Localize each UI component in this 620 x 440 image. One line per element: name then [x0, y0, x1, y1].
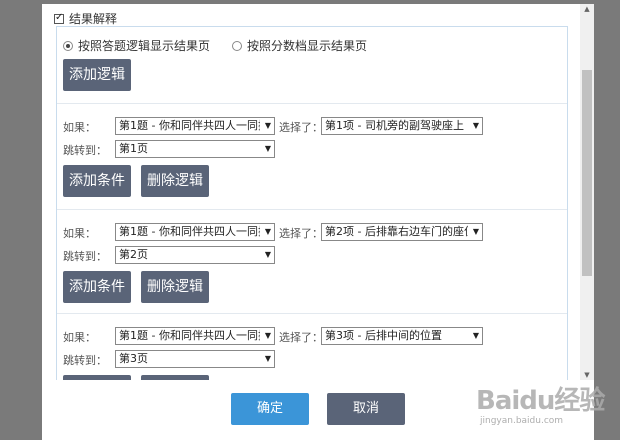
confirm-button[interactable]: 确定 — [231, 393, 309, 425]
result-explanation-label: 结果解释 — [69, 12, 118, 26]
choose-label: 选择了： — [279, 121, 323, 134]
scroll-up-icon[interactable]: ▲ — [580, 4, 594, 14]
vertical-scrollbar[interactable]: ▲ ▼ — [580, 4, 594, 380]
dialog-scroll-area: 结果解释 按照答题逻辑显示结果页 按照分数档显示结果页 添加逻辑 如果： 第1题… — [42, 4, 580, 380]
delete-logic-button[interactable]: 删除逻辑 — [141, 165, 209, 197]
logic-rule: 如果： 第1题 - 你和同伴共四人一同搭 ▼ 选择了： 第1项 - 司机旁的副驾驶… — [57, 103, 567, 214]
question-select[interactable]: 第1题 - 你和同伴共四人一同搭 ▼ — [115, 327, 275, 345]
add-logic-button[interactable]: 添加逻辑 — [63, 59, 131, 91]
baidu-watermark-logo: Baidu经验 jingyan.baidu.com — [476, 372, 616, 438]
watermark-brand: Baidu经验 — [476, 386, 605, 416]
add-condition-button[interactable]: 添加条件 — [63, 271, 131, 303]
choose-label: 选择了： — [279, 331, 323, 344]
option-select[interactable]: 第3项 - 后排中间的位置 ▼ — [321, 327, 483, 345]
jump-to-label: 跳转到： — [63, 354, 107, 367]
result-explanation-header: 结果解释 — [54, 10, 117, 27]
radio-score-mode[interactable] — [232, 40, 243, 51]
if-label: 如果： — [63, 227, 96, 240]
modal-backdrop-left — [0, 0, 42, 440]
radio-logic-mode[interactable] — [63, 40, 73, 51]
dropdown-arrow-icon: ▼ — [264, 227, 271, 236]
dropdown-arrow-icon: ▼ — [264, 354, 271, 363]
question-select[interactable]: 第1题 - 你和同伴共四人一同搭 ▼ — [115, 223, 275, 241]
dropdown-arrow-icon: ▼ — [472, 331, 479, 340]
cancel-button[interactable]: 取消 — [327, 393, 405, 425]
option-select[interactable]: 第1项 - 司机旁的副驾驶座上 ▼ — [321, 117, 483, 135]
dropdown-arrow-icon: ▼ — [472, 227, 479, 236]
logic-rule: 如果： 第1题 - 你和同伴共四人一同搭 ▼ 选择了： 第3项 - 后排中间的位置… — [57, 313, 567, 380]
jump-to-label: 跳转到： — [63, 250, 107, 263]
if-label: 如果： — [63, 121, 96, 134]
display-mode-group: 按照答题逻辑显示结果页 按照分数档显示结果页 — [63, 37, 389, 54]
dropdown-arrow-icon: ▼ — [264, 121, 271, 130]
dropdown-arrow-icon: ▼ — [472, 121, 479, 130]
question-select[interactable]: 第1题 - 你和同伴共四人一同搭 ▼ — [115, 117, 275, 135]
page-select[interactable]: 第2页 ▼ — [115, 246, 275, 264]
option-select[interactable]: 第2项 - 后排靠右边车门的座位 ▼ — [321, 223, 483, 241]
watermark-url: jingyan.baidu.com — [480, 416, 564, 426]
delete-logic-button[interactable]: 删除逻辑 — [141, 271, 209, 303]
radio-logic-mode-label[interactable]: 按照答题逻辑显示结果页 — [78, 37, 210, 54]
scrollbar-thumb[interactable] — [582, 70, 592, 276]
radio-score-mode-label[interactable]: 按照分数档显示结果页 — [247, 37, 367, 54]
logic-panel: 按照答题逻辑显示结果页 按照分数档显示结果页 添加逻辑 如果： 第1题 - 你和… — [56, 26, 568, 380]
dropdown-arrow-icon: ▼ — [264, 331, 271, 340]
dropdown-arrow-icon: ▼ — [264, 250, 271, 259]
if-label: 如果： — [63, 331, 96, 344]
logic-rule: 如果： 第1题 - 你和同伴共四人一同搭 ▼ 选择了： 第2项 - 后排靠右边车门… — [57, 209, 567, 320]
dropdown-arrow-icon: ▼ — [264, 144, 271, 153]
add-condition-button[interactable]: 添加条件 — [63, 165, 131, 197]
jump-to-label: 跳转到： — [63, 144, 107, 157]
result-explanation-checkbox[interactable] — [54, 12, 64, 24]
page-select[interactable]: 第3页 ▼ — [115, 350, 275, 368]
choose-label: 选择了： — [279, 227, 323, 240]
page-select[interactable]: 第1页 ▼ — [115, 140, 275, 158]
